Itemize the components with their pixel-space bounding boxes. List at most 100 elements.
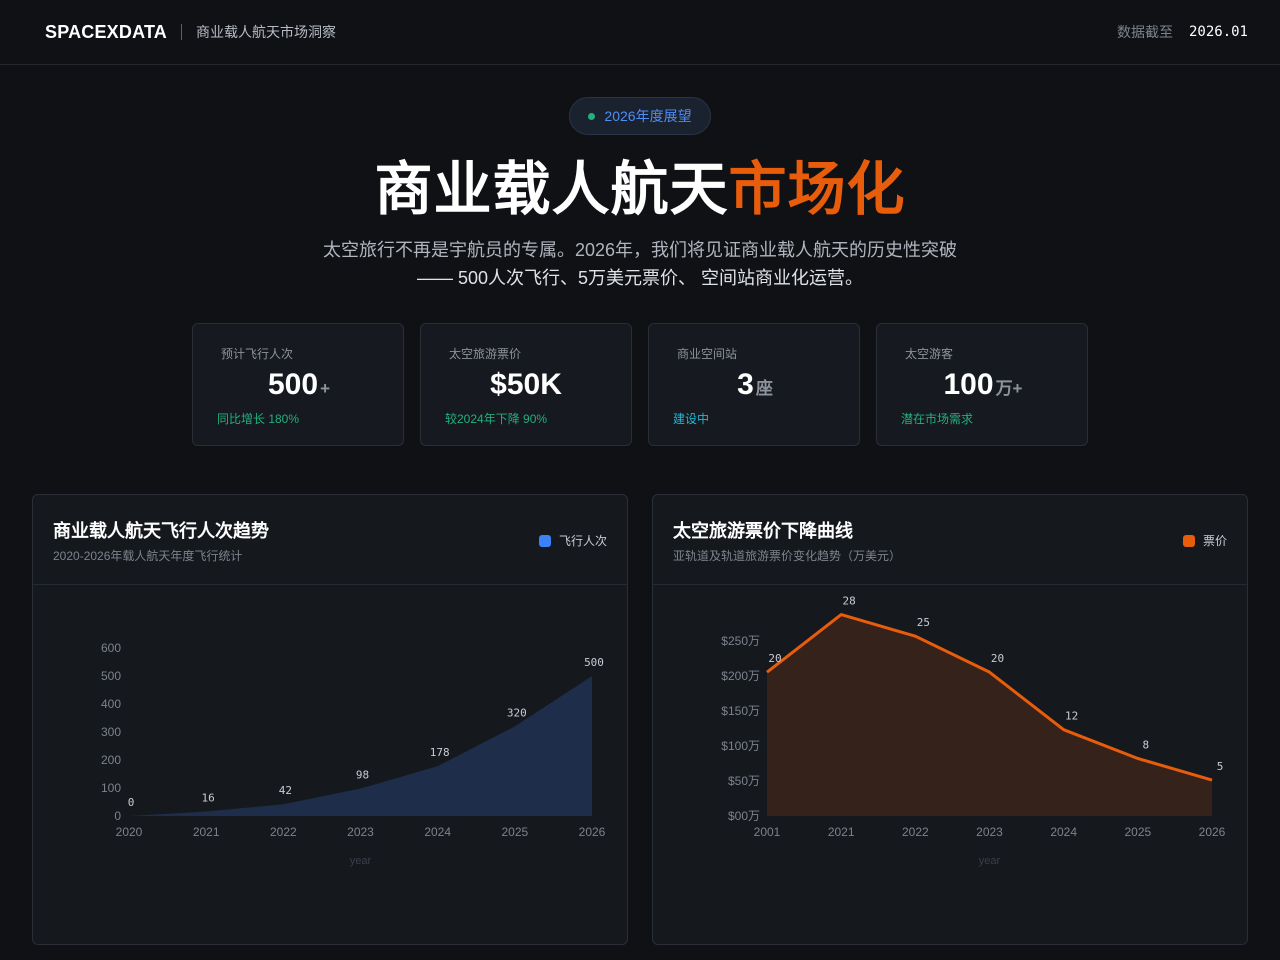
stat-note: 建设中 (673, 412, 710, 426)
panel-header: 太空旅游票价下降曲线 亚轨道及轨道旅游票价变化趋势（万美元） 票价 (653, 495, 1247, 585)
y-tick-label: 600 (101, 641, 121, 655)
stat-value: 100 万+ (877, 368, 1089, 402)
top-bar: SPACEXDATA 商业载人航天市场洞察 数据截至 2026.01 (0, 0, 1280, 65)
stats-row: 预计飞行人次 500 + 同比增长 180% 太空旅游票价 $50K 较2024年… (192, 323, 1088, 446)
site-logo[interactable]: SPACEXDATA (45, 22, 167, 43)
x-tick-label: 2023 (976, 825, 1003, 839)
stat-number: 100 (943, 368, 994, 401)
stat-number: $50K (490, 368, 562, 401)
x-tick-label: 2021 (193, 825, 220, 839)
data-label: 5 (1217, 760, 1224, 773)
price-area-chart[interactable]: $00万 $50万 $100万 $150万 $200万 $250万 2001 2021 2022… (653, 585, 1247, 943)
y-tick-label: $50万 (728, 774, 760, 788)
stat-unit: + (320, 379, 330, 398)
panel-title: 商业载人航天飞行人次趋势 (53, 521, 269, 541)
stat-label: 太空游客 (905, 347, 954, 361)
stat-value: 500 + (193, 368, 405, 402)
x-tick-label: 2023 (347, 825, 374, 839)
y-tick-label: $100万 (721, 739, 760, 753)
chart-legend[interactable]: 飞行人次 (538, 532, 607, 549)
stat-unit: 万+ (995, 379, 1023, 398)
data-label: 8 (1143, 738, 1150, 751)
y-tick-label: 400 (101, 697, 121, 711)
data-label: 98 (356, 769, 369, 782)
stat-note: 同比增长 180% (217, 412, 300, 426)
data-label: 0 (128, 796, 135, 809)
y-tick-label: 500 (101, 669, 121, 683)
data-as-of: 数据截至 2026.01 (1117, 22, 1248, 42)
divider (181, 24, 183, 40)
y-tick-label: 0 (114, 809, 121, 823)
y-tick-label: $200万 (721, 669, 760, 683)
stat-label: 商业空间站 (677, 347, 738, 361)
chart-legend[interactable]: 票价 (1182, 532, 1227, 549)
title-main: 商业载人航天 (374, 157, 729, 222)
stat-value: $50K (421, 368, 633, 402)
data-label: 42 (279, 784, 292, 797)
data-label: 20 (991, 652, 1004, 665)
stat-unit: 座 (755, 379, 773, 398)
x-tick-label: 2022 (270, 825, 297, 839)
data-label: 20 (768, 652, 781, 665)
panel-title: 太空旅游票价下降曲线 (673, 521, 853, 541)
x-tick-label: 2025 (501, 825, 528, 839)
status-dot-icon (588, 112, 596, 120)
stat-card-ticket-price: 太空旅游票价 $50K 较2024年下降 90% (420, 323, 632, 446)
stat-card-space-tourists: 太空游客 100 万+ 潜在市场需求 (876, 323, 1088, 446)
stat-number: 500 (268, 368, 319, 401)
site-subtitle: 商业载人航天市场洞察 (196, 24, 337, 40)
y-tick-label: 200 (101, 753, 121, 767)
stat-card-flights: 预计飞行人次 500 + 同比增长 180% (192, 323, 404, 446)
stat-label: 预计飞行人次 (221, 347, 294, 361)
stat-note: 较2024年下降 90% (445, 412, 548, 426)
data-label: 500 (584, 656, 604, 669)
stat-value: 3座 (649, 368, 861, 402)
data-label: 25 (917, 616, 930, 629)
hero-description: 太空旅行不再是宇航员的专属。2026年，我们将见证商业载人航天的历史性突破 ——… (0, 236, 1280, 292)
data-label: 28 (843, 595, 856, 608)
x-axis-title: year (350, 855, 372, 867)
stat-number: 3 (737, 368, 754, 401)
stat-note: 潜在市场需求 (901, 412, 974, 426)
y-tick-label: $250万 (721, 634, 760, 648)
legend-swatch (538, 534, 551, 547)
brand: SPACEXDATA 商业载人航天市场洞察 (45, 22, 336, 43)
area-fill (129, 676, 592, 816)
data-label: 320 (507, 706, 527, 719)
y-tick-label: 300 (101, 725, 121, 739)
stat-label: 太空旅游票价 (449, 347, 522, 361)
as-of-label: 数据截至 (1116, 24, 1173, 40)
year-badge-label: 2026年度展望 (604, 108, 692, 124)
x-tick-label: 2025 (1124, 825, 1151, 839)
hero-description-line1: 太空旅行不再是宇航员的专属。2026年，我们将见证商业载人航天的历史性突破 (322, 240, 958, 260)
area-fill (767, 614, 1212, 816)
x-tick-label: 2024 (1050, 825, 1077, 839)
x-tick-label: 2001 (754, 825, 781, 839)
legend-label: 票价 (1202, 534, 1227, 548)
year-badge: 2026年度展望 (569, 97, 711, 135)
panel-subtitle: 2020-2026年载人航天年度飞行统计 (53, 549, 243, 563)
x-axis-title: year (979, 855, 1001, 867)
x-tick-label: 2024 (424, 825, 451, 839)
data-label: 16 (202, 792, 215, 805)
x-tick-label: 2026 (1199, 825, 1226, 839)
as-of-date: 2026.01 (1188, 24, 1248, 40)
flights-area-chart[interactable]: 0 100 200 300 400 500 600 2020 2021 2022 2023 2024 2… (33, 585, 627, 943)
x-tick-label: 2021 (828, 825, 855, 839)
y-tick-label: $150万 (721, 704, 760, 718)
x-tick-label: 2022 (902, 825, 929, 839)
legend-label: 飞行人次 (558, 534, 607, 548)
price-chart-panel: 太空旅游票价下降曲线 亚轨道及轨道旅游票价变化趋势（万美元） 票价 $00万 $5… (652, 494, 1248, 945)
hero-description-line2: —— 500人次飞行、5万美元票价、 空间站商业化运营。 (416, 268, 864, 288)
x-tick-label: 2026 (579, 825, 606, 839)
page-title: 商业载人航天市场化 (0, 154, 1280, 226)
y-tick-label: 100 (101, 781, 121, 795)
title-accent: 市场化 (728, 157, 906, 222)
data-label: 178 (430, 746, 450, 759)
data-label: 12 (1065, 710, 1078, 723)
stat-card-space-stations: 商业空间站 3座 建设中 (648, 323, 860, 446)
flights-chart-panel: 商业载人航天飞行人次趋势 2020-2026年载人航天年度飞行统计 飞行人次 0… (32, 494, 628, 945)
legend-swatch (1182, 534, 1195, 547)
y-tick-label: $00万 (728, 809, 760, 823)
panel-subtitle: 亚轨道及轨道旅游票价变化趋势（万美元） (673, 549, 902, 563)
